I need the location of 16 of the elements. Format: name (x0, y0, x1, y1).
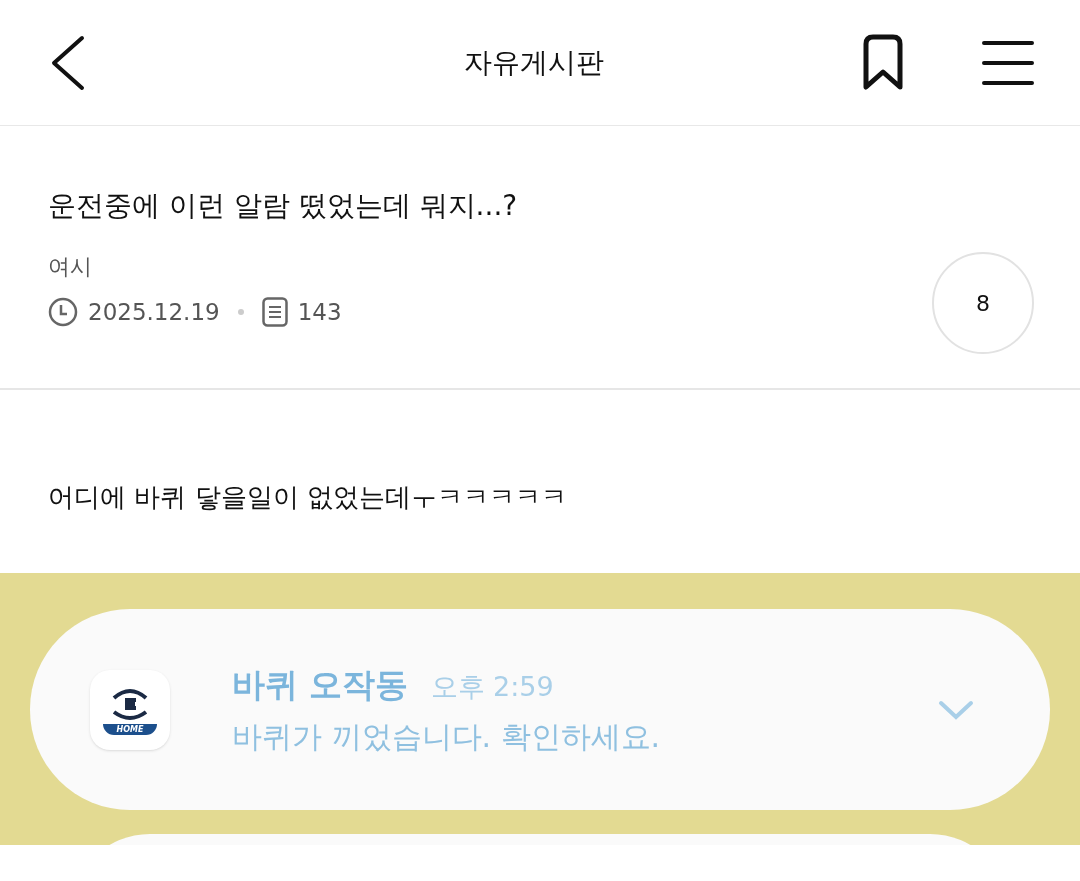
comment-count[interactable]: 8 (932, 252, 1034, 354)
page-title: 자유게시판 (464, 44, 604, 81)
separator-dot-icon (237, 309, 244, 316)
notification-message: 바퀴가 끼었습니다. 확인하세요. (232, 717, 662, 756)
app-icon-label: HOME (102, 724, 158, 735)
menu-icon (982, 39, 1034, 86)
notification-app-name: 바퀴 오작동 (232, 664, 409, 707)
post-title: 운전중에 이런 알람 떴었는데 뭐지...? (48, 188, 518, 224)
clock-icon (48, 297, 78, 328)
post-body: 어디에 바퀴 닿을일이 없었는데ㅜㅋㅋㅋㅋㅋ (48, 482, 567, 512)
post-date: 2025.12.19 (88, 298, 220, 327)
document-icon (261, 297, 288, 328)
view-count: 143 (297, 298, 342, 327)
notification-time: 오후 2:59 (430, 670, 554, 705)
author-name: 여시 (48, 253, 93, 281)
menu-button[interactable] (982, 39, 1034, 86)
